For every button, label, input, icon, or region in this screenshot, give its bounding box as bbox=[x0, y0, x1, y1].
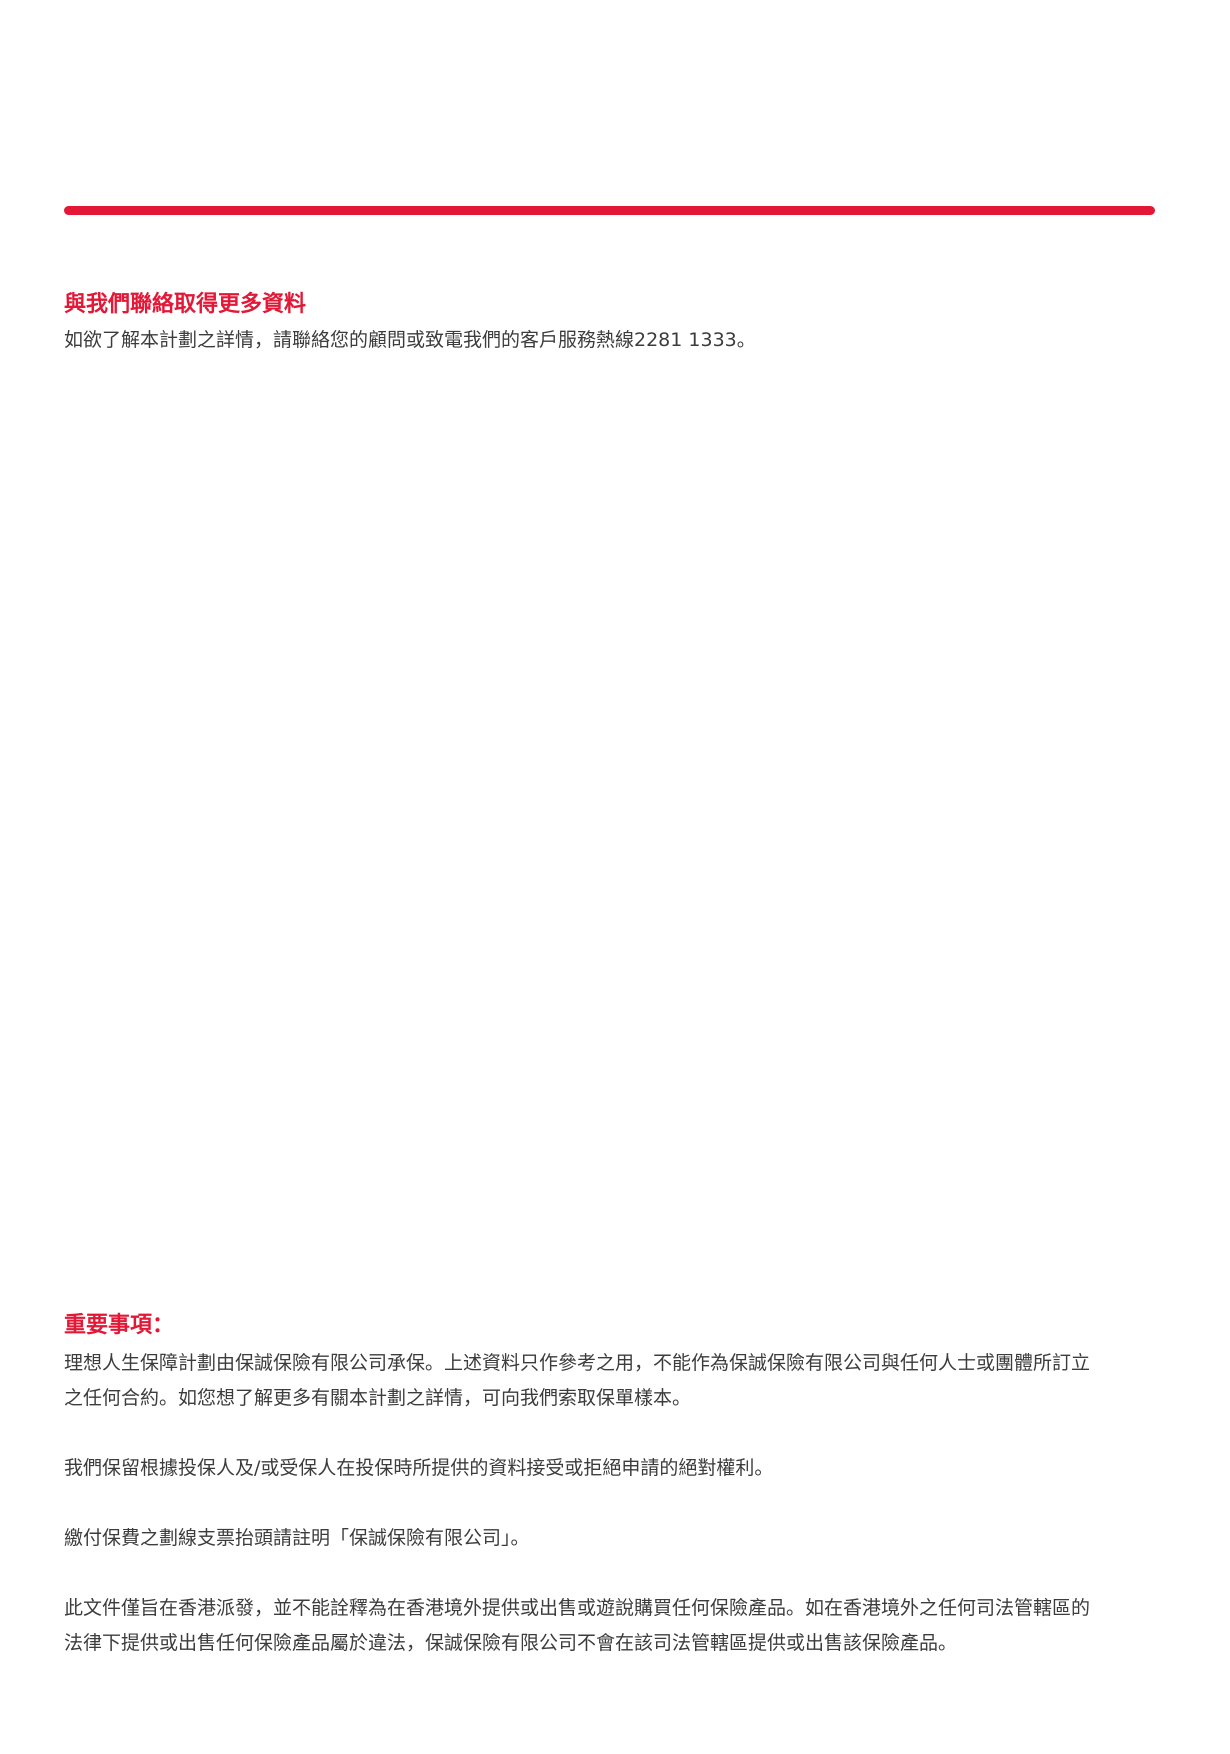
contact-section: 與我們聯絡取得更多資料 如欲了解本計劃之詳情，請聯絡您的顧問或致電我們的客戶服務… bbox=[64, 289, 1154, 358]
paragraph-line: 法律下提供或出售任何保險產品屬於違法，保誠保險有限公司不會在該司法管轄區提供或出… bbox=[64, 1632, 958, 1654]
contact-body-text: 如欲了解本計劃之詳情，請聯絡您的顧問或致電我們的客戶服務熱線2281 1333。 bbox=[64, 329, 756, 351]
paragraph-line: 我們保留根據投保人及/或受保人在投保時所提供的資料接受或拒絕申請的絕對權利。 bbox=[64, 1457, 774, 1479]
red-divider-rule bbox=[64, 206, 1155, 215]
paragraph-line: 此文件僅旨在香港派發，並不能詮釋為在香港境外提供或出售或遊說購買任何保險產品。如… bbox=[64, 1597, 1091, 1619]
important-notes-section: 理想人生保障計劃由保誠保險有限公司承保。上述資料只作參考之用，不能作為保誠保險有… bbox=[64, 1346, 1164, 1696]
paragraph-line: 繳付保費之劃線支票抬頭請註明「保誠保險有限公司」。 bbox=[64, 1527, 530, 1549]
paragraph-line: 之任何合約。如您想了解更多有關本計劃之詳情，可向我們索取保單樣本。 bbox=[64, 1387, 692, 1409]
important-notes-heading: 重要事項： bbox=[64, 1313, 175, 1338]
paragraph-line: 理想人生保障計劃由保誠保險有限公司承保。上述資料只作參考之用，不能作為保誠保險有… bbox=[64, 1352, 1091, 1374]
important-notes-header: 重要事項： bbox=[64, 1310, 1154, 1342]
important-paragraph-distribution: 此文件僅旨在香港派發，並不能詮釋為在香港境外提供或出售或遊說購買任何保險產品。如… bbox=[64, 1591, 1164, 1661]
important-paragraph-rights: 我們保留根據投保人及/或受保人在投保時所提供的資料接受或拒絕申請的絕對權利。 bbox=[64, 1451, 1164, 1486]
contact-heading: 與我們聯絡取得更多資料 bbox=[64, 292, 307, 317]
important-paragraph-underwriter: 理想人生保障計劃由保誠保險有限公司承保。上述資料只作參考之用，不能作為保誠保險有… bbox=[64, 1346, 1164, 1416]
important-paragraph-cheque: 繳付保費之劃線支票抬頭請註明「保誠保險有限公司」。 bbox=[64, 1521, 1164, 1556]
